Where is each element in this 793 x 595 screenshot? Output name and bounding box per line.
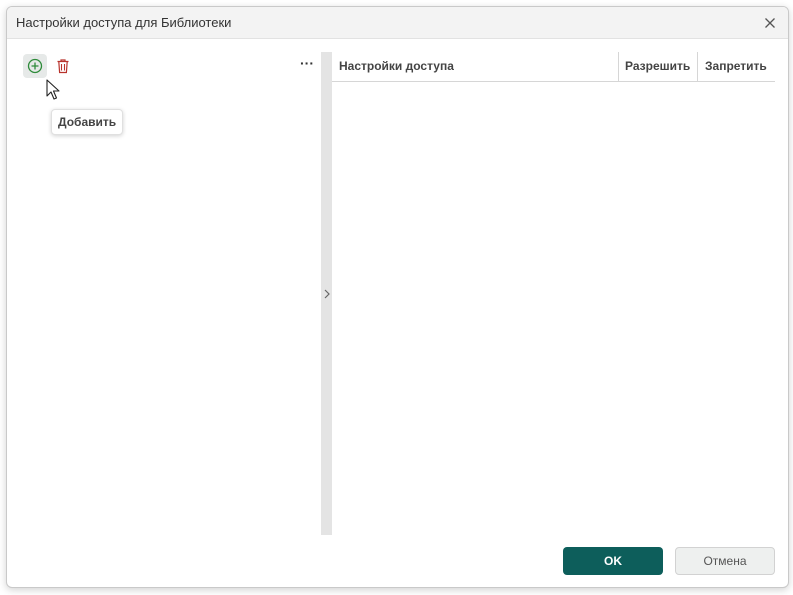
column-header-deny[interactable]: Запретить xyxy=(697,52,775,81)
add-circle-icon xyxy=(27,58,43,74)
add-tooltip: Добавить xyxy=(51,109,124,135)
dialog-titlebar: Настройки доступа для Библиотеки xyxy=(7,7,788,39)
more-options-button[interactable]: ··· xyxy=(297,56,317,76)
permissions-grid-header: Настройки доступа Разрешить Запретить xyxy=(332,52,775,82)
trash-icon xyxy=(57,59,69,74)
close-button[interactable] xyxy=(760,13,780,33)
permissions-pane: Настройки доступа Разрешить Запретить xyxy=(332,52,775,535)
column-header-allow[interactable]: Разрешить xyxy=(618,52,697,81)
ok-button[interactable]: OK xyxy=(563,547,663,575)
delete-button[interactable] xyxy=(51,54,75,78)
mouse-cursor-icon xyxy=(46,79,60,100)
column-header-access-settings[interactable]: Настройки доступа xyxy=(332,52,618,81)
close-icon xyxy=(765,18,775,28)
principals-pane: ··· Добавить xyxy=(21,52,321,535)
cancel-button[interactable]: Отмена xyxy=(675,547,775,575)
pane-splitter[interactable] xyxy=(321,52,332,535)
access-settings-dialog: Настройки доступа для Библиотеки ··· Доб… xyxy=(6,6,789,588)
dialog-title: Настройки доступа для Библиотеки xyxy=(16,15,232,30)
chevron-right-icon[interactable] xyxy=(322,287,332,301)
add-button[interactable] xyxy=(23,54,47,78)
